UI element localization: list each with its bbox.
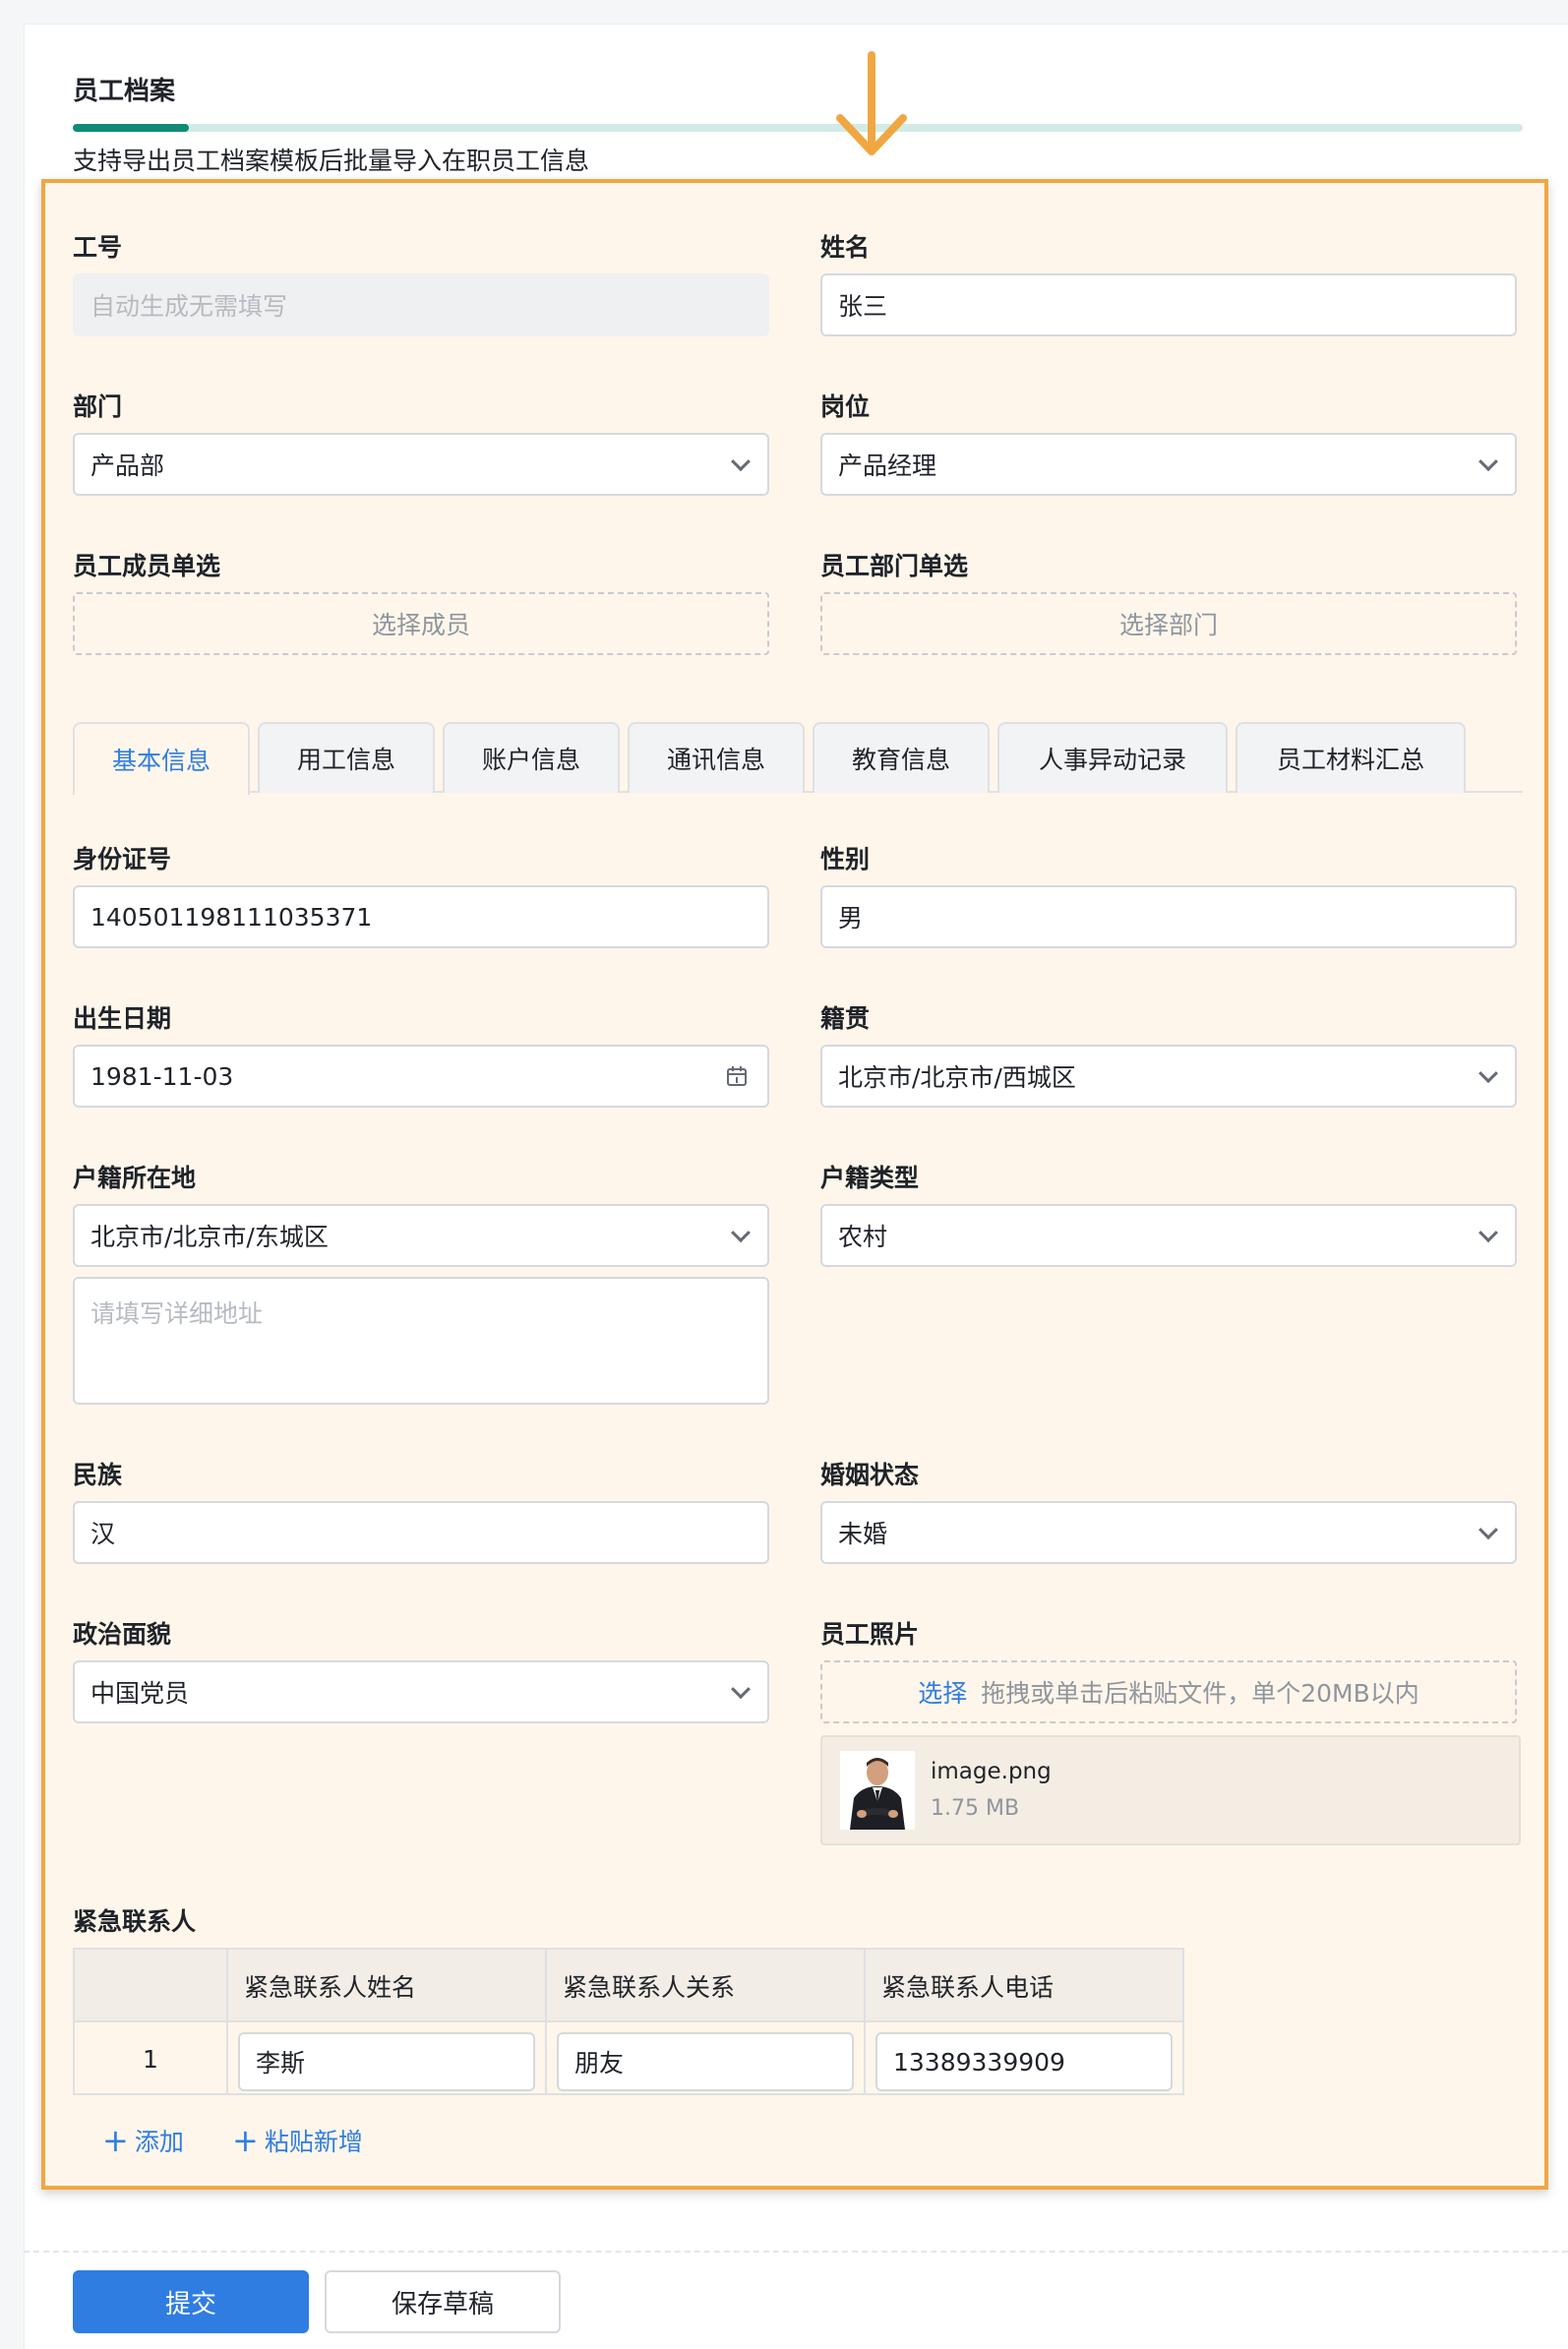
position-select[interactable]: 产品经理	[820, 433, 1517, 496]
tab-account-info[interactable]: 账户信息	[443, 722, 620, 793]
position-value: 产品经理	[838, 452, 937, 480]
tab-bar: 基本信息 用工信息 账户信息 通讯信息 教育信息 人事异动记录 员工材料汇总	[73, 722, 1523, 795]
arrow-down-icon	[836, 51, 907, 155]
id-no-label: 身份证号	[73, 845, 172, 873]
calendar-icon[interactable]	[726, 1065, 748, 1087]
gender-input[interactable]: 男	[820, 885, 1517, 948]
member-pick-button[interactable]: 选择成员	[73, 592, 769, 655]
gender-label: 性别	[820, 845, 871, 873]
plus-icon: +	[102, 2122, 129, 2159]
page-title: 员工档案	[73, 77, 176, 106]
paste-add-button[interactable]: + 粘贴新增	[232, 2123, 363, 2158]
table-divider	[226, 2022, 228, 2095]
tab-education-info[interactable]: 教育信息	[813, 722, 990, 793]
birth-label: 出生日期	[73, 1004, 172, 1033]
file-size: 1.75 MB	[931, 1796, 1020, 1821]
photo-label: 员工照片	[820, 1620, 920, 1649]
position-label: 岗位	[820, 392, 871, 421]
dept-pick-label: 员工部门单选	[820, 552, 969, 580]
col-contact-relation: 紧急联系人关系	[545, 1950, 864, 2022]
table-divider	[864, 2022, 866, 2095]
col-contact-name: 紧急联系人姓名	[226, 1950, 545, 2022]
progress-bar	[73, 124, 1523, 132]
submit-button[interactable]: 提交	[73, 2270, 309, 2333]
plus-icon: +	[232, 2122, 259, 2159]
tab-personnel-changes[interactable]: 人事异动记录	[997, 722, 1228, 793]
member-pick-label: 员工成员单选	[73, 552, 221, 580]
dept-label: 部门	[73, 392, 123, 421]
name-input[interactable]: 张三	[820, 273, 1517, 336]
chevron-down-icon	[1478, 1063, 1498, 1084]
save-draft-button[interactable]: 保存草稿	[325, 2270, 561, 2333]
marital-value: 未婚	[838, 1520, 888, 1548]
hukou-type-label: 户籍类型	[820, 1164, 920, 1192]
photo-pick-link[interactable]: 选择	[918, 1674, 967, 1710]
photo-upload-hint: 拖拽或单击后粘贴文件，单个20MB以内	[981, 1679, 1419, 1708]
hukou-select[interactable]: 北京市/北京市/东城区	[73, 1204, 769, 1267]
native-value: 北京市/北京市/西城区	[838, 1063, 1076, 1092]
footer-divider	[24, 2251, 1568, 2253]
birth-value: 1981-11-03	[90, 1061, 234, 1091]
chevron-down-icon	[1478, 452, 1498, 472]
photo-upload-area[interactable]: 选择 拖拽或单击后粘贴文件，单个20MB以内	[820, 1660, 1517, 1723]
tab-employee-materials[interactable]: 员工材料汇总	[1236, 722, 1466, 793]
hukou-type-value: 农村	[838, 1223, 888, 1251]
progress-fill	[73, 124, 189, 132]
dept-pick-button[interactable]: 选择部门	[820, 592, 1517, 655]
marital-select[interactable]: 未婚	[820, 1501, 1517, 1564]
contact-relation-input[interactable]: 朋友	[557, 2032, 854, 2091]
emergency-label: 紧急联系人	[73, 1907, 197, 1936]
chevron-down-icon	[731, 1223, 751, 1243]
marital-label: 婚姻状态	[820, 1461, 920, 1489]
contact-name-input[interactable]: 李斯	[238, 2032, 535, 2091]
political-value: 中国党员	[90, 1679, 190, 1708]
hukou-value: 北京市/北京市/东城区	[90, 1223, 329, 1251]
native-label: 籍贯	[820, 1004, 871, 1033]
tab-contact-info[interactable]: 通讯信息	[628, 722, 805, 793]
add-contact-button[interactable]: + 添加	[102, 2123, 184, 2158]
political-label: 政治面貌	[73, 1620, 172, 1649]
contact-phone-input[interactable]: 13389339909	[875, 2032, 1173, 2091]
dept-select[interactable]: 产品部	[73, 433, 769, 496]
page-subtitle: 支持导出员工档案模板后批量导入在职员工信息	[73, 147, 590, 175]
dept-value: 产品部	[90, 452, 165, 480]
chevron-down-icon	[1478, 1223, 1498, 1243]
chevron-down-icon	[731, 452, 751, 472]
hukou-label: 户籍所在地	[73, 1164, 197, 1192]
row-index: 1	[143, 2044, 158, 2074]
photo-thumbnail	[840, 1751, 915, 1830]
political-select[interactable]: 中国党员	[73, 1660, 769, 1723]
tab-employment-info[interactable]: 用工信息	[258, 722, 435, 793]
tab-basic-info[interactable]: 基本信息	[73, 722, 250, 795]
table-header: 紧急联系人姓名 紧急联系人关系 紧急联系人电话	[75, 1950, 1182, 2022]
file-name: image.png	[931, 1759, 1052, 1784]
chevron-down-icon	[1478, 1520, 1498, 1540]
birth-date-picker[interactable]: 1981-11-03	[73, 1045, 769, 1108]
add-contact-label: 添加	[134, 2128, 184, 2156]
uploaded-file-card[interactable]: image.png 1.75 MB	[820, 1735, 1521, 1845]
hukou-type-select[interactable]: 农村	[820, 1204, 1517, 1267]
emp-no-label: 工号	[73, 233, 123, 262]
hukou-address-textarea[interactable]: 请填写详细地址	[73, 1277, 769, 1405]
id-no-input[interactable]: 140501198111035371	[73, 885, 769, 948]
ethnic-label: 民族	[73, 1461, 123, 1489]
col-contact-phone: 紧急联系人电话	[864, 1950, 1182, 2022]
ethnic-input[interactable]: 汉	[73, 1501, 769, 1564]
emp-no-input: 自动生成无需填写	[73, 273, 769, 336]
table-divider	[545, 2022, 547, 2095]
paste-add-label: 粘贴新增	[264, 2128, 363, 2156]
name-label: 姓名	[820, 233, 871, 262]
emergency-table: 紧急联系人姓名 紧急联系人关系 紧急联系人电话 1 李斯 朋友 13389339…	[73, 1948, 1184, 2095]
native-select[interactable]: 北京市/北京市/西城区	[820, 1045, 1517, 1108]
chevron-down-icon	[731, 1679, 751, 1700]
